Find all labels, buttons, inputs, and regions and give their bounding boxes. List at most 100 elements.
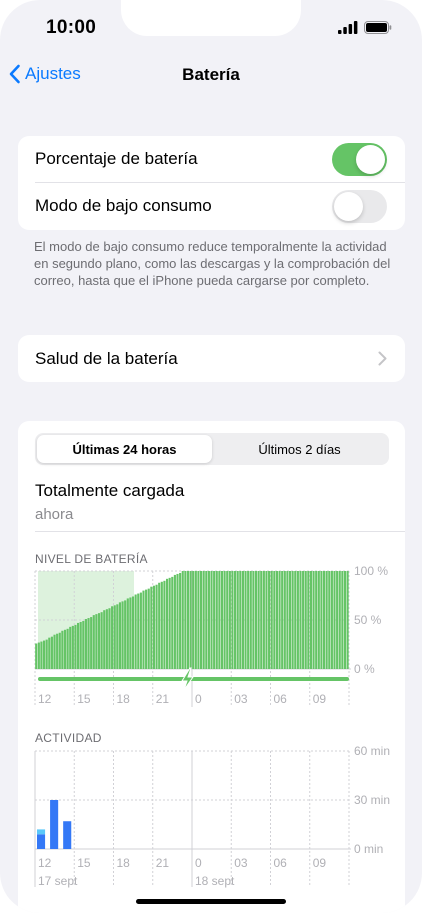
x-axis-tick-label: 06 [274,856,288,870]
battery-level-bar [189,571,192,669]
battery-health-row[interactable]: Salud de la batería [18,335,405,382]
x-axis-tick-label: 03 [234,856,248,870]
x-axis-tick-label: 09 [313,856,327,870]
device-notch [121,0,301,36]
battery-level-bar [58,632,61,669]
segment-last-24-hours[interactable]: Últimas 24 horas [37,435,212,463]
battery-level-bar [336,571,339,669]
battery-level-bar [186,571,190,669]
battery-level-bar [304,571,307,669]
battery-level-bar [265,571,268,669]
battery-level-bar [307,571,310,669]
battery-level-bar [71,625,74,669]
battery-level-bar [278,571,281,669]
battery-level-bar [82,620,85,669]
battery-level-bar [338,571,341,669]
battery-level-bar [111,606,114,669]
battery-level-bar [322,571,326,669]
battery-level-chart: 100 % 50 % 0 % 12 15 18 21 0 03 06 09 [34,566,388,707]
battery-level-bar [113,605,116,669]
battery-level-bar [252,571,255,669]
battery-level-bar [155,584,158,669]
activity-bar-background [37,829,46,835]
battery-level-bar [257,571,260,669]
battery-level-bar [147,588,150,669]
battery-level-bar [124,600,127,669]
activity-bar-screen [63,821,72,849]
battery-level-bar [116,604,119,669]
battery-level-bar [207,571,210,669]
battery-level-bar [53,634,56,669]
battery-level-bar [197,571,200,669]
battery-usage-card: Últimas 24 horas Últimos 2 días Totalmen… [18,421,405,913]
battery-level-bar [176,573,179,669]
status-time: 10:00 [46,17,97,38]
x-axis-tick-label: 21 [156,856,170,870]
battery-level-bar [194,571,197,669]
battery-level-bar [200,571,203,669]
battery-level-bar [346,571,349,669]
battery-level-bar [247,571,250,669]
cellular-signal-icon [338,21,358,34]
battery-level-bar [325,571,328,669]
battery-level-bar [236,571,239,669]
segment-last-2-days[interactable]: Últimos 2 días [212,435,387,463]
battery-level-bar [249,571,252,669]
battery-level-bar [181,571,184,669]
status-icons [338,21,392,34]
home-indicator [136,899,286,904]
battery-level-bar [220,571,224,669]
battery-level-bar [239,571,242,669]
toggle-knob [334,192,363,221]
battery-level-bar [341,571,344,669]
battery-percentage-row: Porcentaje de batería [18,136,405,182]
battery-level-bar [223,571,226,669]
x-axis-tick-label: 15 [77,692,91,706]
battery-level-bar [254,571,258,669]
activity-bar-screen [50,800,59,849]
battery-level-bar [231,571,234,669]
battery-level-bar [165,578,169,669]
battery-level-bar [77,622,80,669]
y-axis-tick-label: 100 % [354,566,388,578]
battery-level-bar [37,642,40,669]
battery-level-bar [97,613,101,669]
battery-level-bar [296,571,299,669]
battery-level-bar [302,571,305,669]
battery-level-bar [160,581,163,669]
battery-level-bar [50,636,53,669]
battery-level-bar [244,571,247,669]
x-axis-tick-label: 09 [313,692,327,706]
low-power-mode-row: Modo de bajo consumo [18,183,405,229]
battery-level-bar [168,577,171,669]
battery-level-bar [142,590,145,669]
battery-level-bar [134,594,137,669]
time-range-segmented-control: Últimas 24 horas Últimos 2 días [35,433,389,465]
x-axis-tick-label: 0 [195,856,202,870]
battery-level-bar [333,571,336,669]
battery-percentage-toggle[interactable] [332,143,387,176]
battery-level-bar [213,571,216,669]
section-divider [35,531,405,532]
battery-level-bar [270,571,273,669]
battery-level-bar [275,571,278,669]
battery-level-bar [163,580,166,669]
battery-options-card: Porcentaje de batería Modo de bajo consu… [18,136,405,230]
x-axis-tick-label: 0 [195,692,202,706]
x-axis-tick-label: 12 [38,856,52,870]
battery-level-bar [202,571,205,669]
battery-level-bar [234,571,237,669]
low-power-mode-toggle[interactable] [332,190,387,223]
battery-level-bar [173,574,176,669]
battery-level-bar [118,602,121,669]
battery-level-bar [218,571,221,669]
battery-level-bar [63,629,67,669]
phone-screen: 10:00 Ajustes Batería Porcentaje de bate… [0,0,422,913]
battery-level-bar [192,571,195,669]
battery-percentage-label: Porcentaje de batería [35,149,198,168]
battery-level-bar [328,571,331,669]
battery-level-bar [74,624,77,669]
battery-level-bar [226,571,229,669]
battery-level-bar [139,592,142,669]
battery-level-bar [87,618,90,669]
